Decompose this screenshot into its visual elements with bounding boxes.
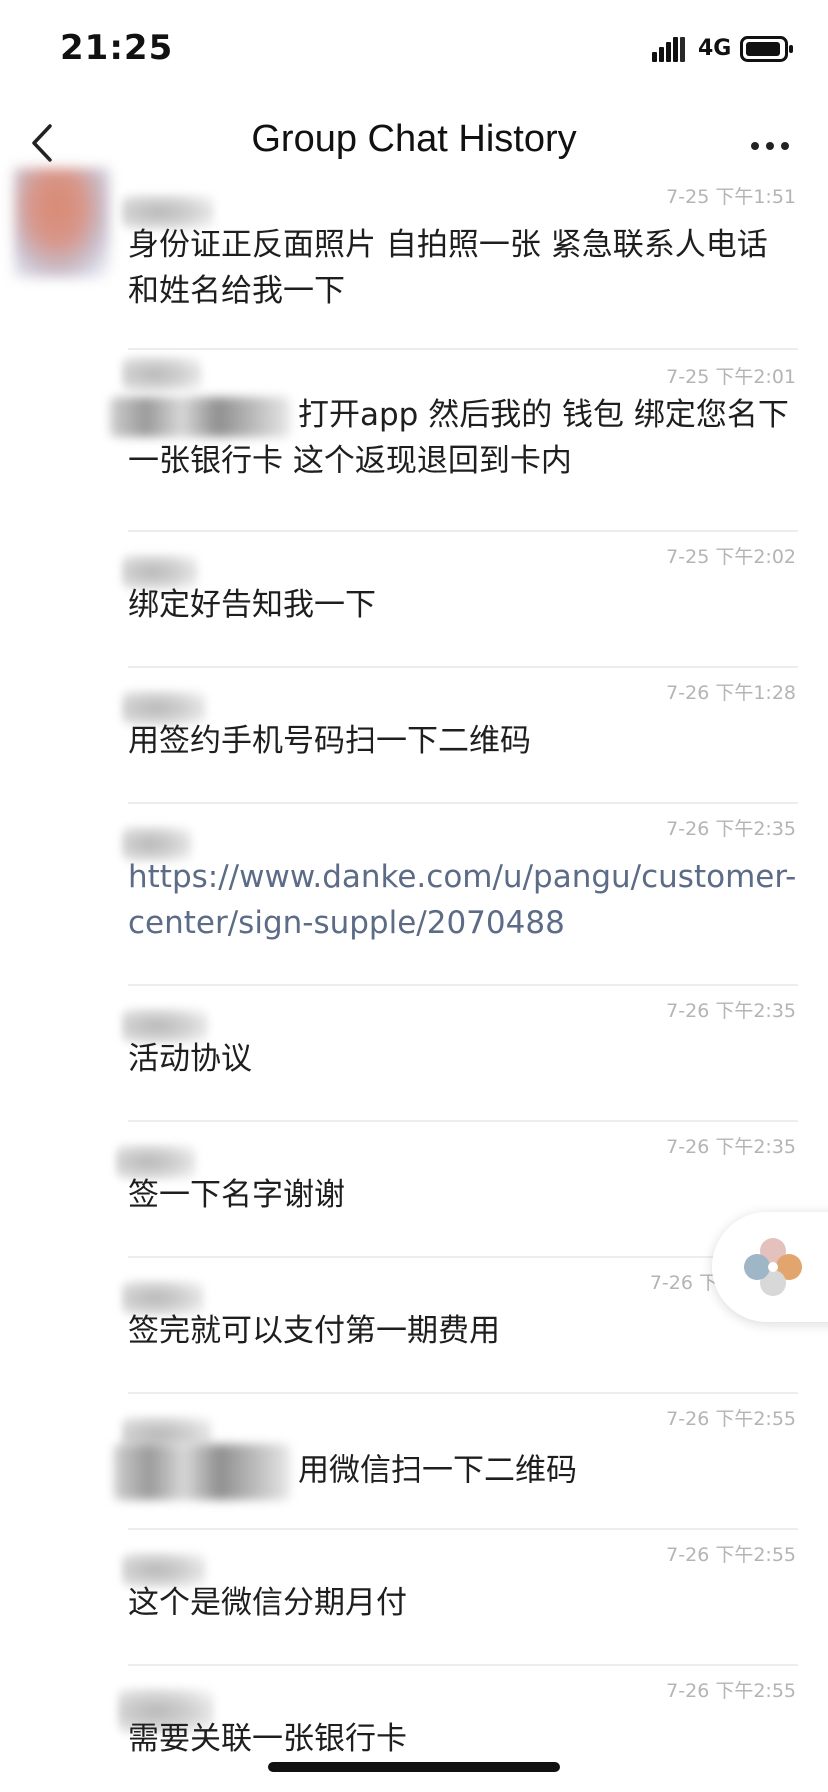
message-text: 绑定好告知我一下 [128,587,376,623]
divider [128,1392,798,1394]
floating-assistant-button[interactable] [712,1212,828,1322]
message-item[interactable]: 7-26 下午2:35 活动协议 [0,996,828,1116]
message-item[interactable]: 7-26 下午2:55 用微信扫一下二维码 [0,1404,828,1524]
message-time: 7-26 下午2:35 [666,1000,796,1022]
chat-history-screen: 21:25 4G Group Chat History 7-25 下午1:51 … [0,0,828,1792]
petal-logo-icon [744,1238,802,1296]
message-time: 7-26 下午2:55 [666,1680,796,1702]
message-text: 需要关联一张银行卡 [128,1721,407,1757]
message-time: 7-26 下午2:55 [666,1408,796,1430]
message-text: 签完就可以支付第一期费用 [128,1313,500,1349]
message-text: 用签约手机号码扫一下二维码 [128,723,531,759]
navigation-bar: Group Chat History [0,100,828,190]
message-text: 身份证正反面照片 自拍照一张 紧急联系人电话和姓名给我一下 [128,227,768,309]
message-time: 7-25 下午2:01 [666,366,796,388]
message-text: 签一下名字谢谢 [128,1177,345,1213]
message-text: 打开app 然后我的 钱包 绑定您名下一张银行卡 这个返现退回到卡内 [110,392,798,484]
mention-blurred [110,396,290,437]
message-item[interactable]: 7-25 下午2:01 打开app 然后我的 钱包 绑定您名下一张银行卡 这个返… [0,356,828,532]
message-text: 这个是微信分期月付 [128,1585,407,1621]
message-item[interactable]: 7-26 下午2:35 https://www.danke.com/u/pang… [0,814,828,984]
message-item[interactable]: 7-26 下午2:55 这个是微信分期月付 [0,1540,828,1660]
divider [128,1256,798,1258]
status-bar: 21:25 4G [0,0,828,100]
divider [128,348,798,350]
divider [128,802,798,804]
message-item[interactable]: 7-25 下午2:02 绑定好告知我一下 [0,542,828,662]
message-time: 7-26 下午1:28 [666,682,796,704]
battery-icon [740,36,793,62]
message-time: 7-25 下午1:51 [666,186,796,208]
divider [128,1528,798,1530]
message-item[interactable]: 7-26 下 签完就可以支付第一期费用 [0,1268,828,1388]
message-text: 活动协议 [128,1041,252,1077]
sender-name-blurred [122,356,202,392]
page-title: Group Chat History [251,118,577,160]
status-time: 21:25 [60,28,174,68]
message-link[interactable]: https://www.danke.com/u/pangu/customer-c… [128,854,798,946]
network-type: 4G [698,36,732,61]
divider [128,1664,798,1666]
mention-blurred [114,1444,290,1500]
message-item[interactable]: 7-25 下午1:51 身份证正反面照片 自拍照一张 紧急联系人电话和姓名给我一… [0,182,828,350]
divider [128,666,798,668]
more-horizontal-icon[interactable] [745,126,795,166]
message-item[interactable]: 7-26 下午1:28 用签约手机号码扫一下二维码 [0,678,828,798]
message-time: 7-26 下 [649,1272,718,1294]
divider [128,984,798,986]
home-indicator[interactable] [268,1762,560,1772]
message-text-content: 用微信扫一下二维码 [298,1452,577,1489]
divider [128,530,798,532]
signal-icon [652,37,685,62]
message-time: 7-25 下午2:02 [666,546,796,568]
message-time: 7-26 下午2:55 [666,1544,796,1566]
message-time: 7-26 下午2:35 [666,818,796,840]
message-time: 7-26 下午2:35 [666,1136,796,1158]
message-text: 用微信扫一下二维码 [114,1444,798,1500]
divider [128,1120,798,1122]
message-item[interactable]: 7-26 下午2:35 签一下名字谢谢 [0,1132,828,1252]
